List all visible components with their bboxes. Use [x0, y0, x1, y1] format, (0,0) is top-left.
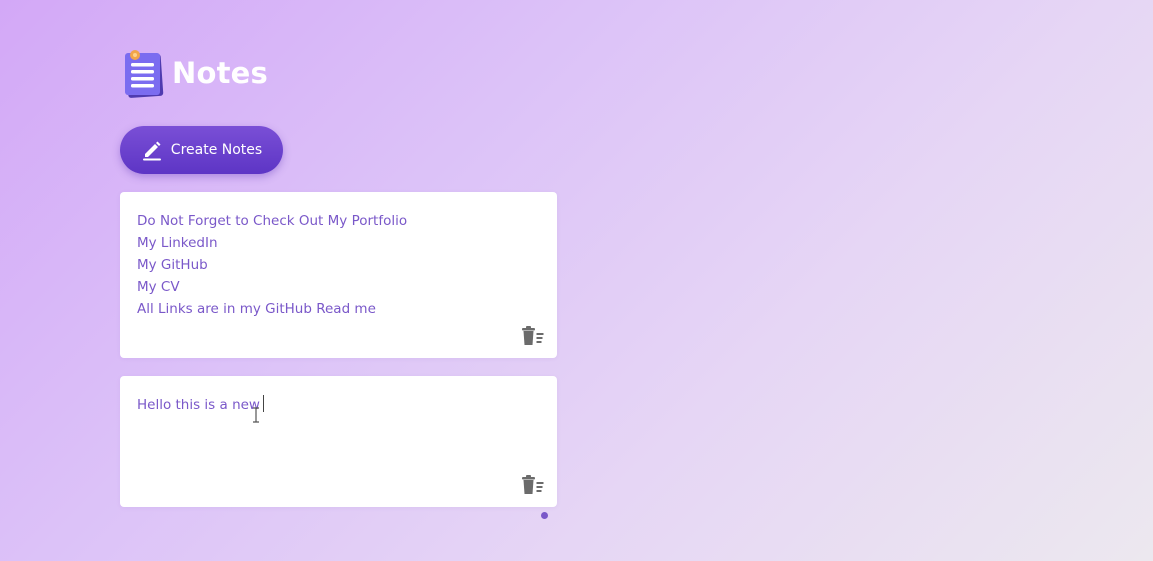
- text-caret: [262, 395, 264, 412]
- resize-handle[interactable]: [541, 512, 548, 519]
- app-title: Notes: [172, 56, 268, 90]
- pencil-icon: [141, 139, 163, 161]
- note-line: My CV: [137, 279, 180, 295]
- note-line: Hello this is a new: [137, 394, 517, 416]
- note-line: Do Not Forget to Check Out My Portfolio: [137, 213, 408, 229]
- create-notes-button[interactable]: Create Notes: [120, 126, 283, 174]
- ibeam-cursor-icon: [251, 407, 261, 423]
- trash-icon[interactable]: [521, 475, 545, 495]
- app-header: Notes: [120, 46, 557, 100]
- create-notes-label: Create Notes: [170, 142, 263, 158]
- note-text-area[interactable]: Hello this is a new: [137, 394, 517, 416]
- notepad-icon: [120, 46, 168, 100]
- note-line: My LinkedIn: [137, 235, 218, 251]
- trash-icon[interactable]: [521, 326, 545, 346]
- note-card[interactable]: Do Not Forget to Check Out My Portfolio …: [120, 192, 557, 358]
- note-card[interactable]: Hello this is a new: [120, 376, 557, 507]
- note-line-text: Hello this is a new: [137, 397, 260, 413]
- notes-app: Notes Create Notes Do Not Forget to Chec…: [120, 46, 557, 507]
- note-line: My GitHub: [137, 257, 208, 273]
- note-line: All Links are in my GitHub Read me: [137, 301, 376, 317]
- note-text-area[interactable]: Do Not Forget to Check Out My Portfolio …: [137, 210, 517, 320]
